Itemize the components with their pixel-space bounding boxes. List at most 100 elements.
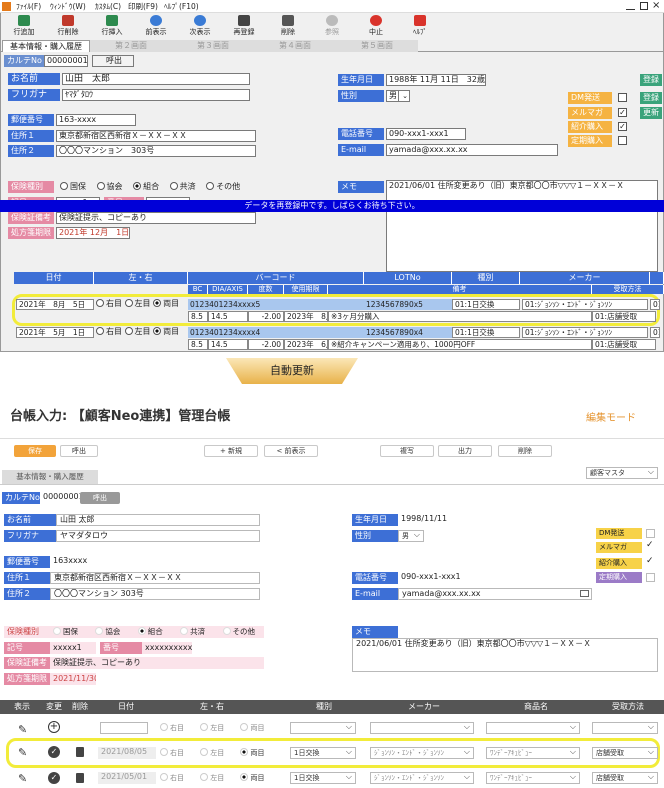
table-row-kind-new[interactable]: 1日交換: [290, 747, 356, 759]
side-update[interactable]: 更新: [640, 107, 662, 119]
table-row-maker-new[interactable]: ｼﾞｮﾝｿﾝ・ｴﾝﾄﾞ・ｼﾞｮﾝｿﾝ: [370, 747, 474, 759]
table-row-dia[interactable]: 14.5: [208, 339, 248, 350]
kana-field[interactable]: ﾔﾏﾀﾞﾀﾛｳ: [62, 89, 250, 101]
confirm-check-icon[interactable]: ✓: [48, 772, 60, 784]
flag-referral-checkbox[interactable]: ✓: [618, 122, 627, 131]
prev-button-new[interactable]: < 前表示: [264, 445, 318, 457]
help-button[interactable]: ﾍﾙﾌﾟ: [398, 14, 442, 39]
table-row-lr[interactable]: 右目 左目 両目: [96, 298, 179, 310]
close-icon[interactable]: ×: [652, 0, 660, 12]
side-register-1[interactable]: 登録: [640, 74, 662, 86]
table-row-lot[interactable]: 1234567890x5: [364, 299, 452, 310]
flag-dm-checkbox-new[interactable]: [646, 529, 655, 538]
trash-icon[interactable]: [76, 747, 84, 757]
flag-mailmag-checkbox[interactable]: ✓: [618, 108, 627, 117]
table-row-dia[interactable]: 14.5: [208, 311, 248, 322]
table-row-lr-new[interactable]: 右目 左目 両目: [160, 747, 264, 759]
tab-screen-2[interactable]: 第２画面: [90, 40, 172, 52]
hoken-field-new[interactable]: 保険証提示、コピーあり: [50, 657, 264, 669]
table-row-expiry[interactable]: 2023年 6月: [284, 339, 328, 350]
insert-row-button[interactable]: 行挿入: [90, 14, 134, 39]
call-button-karte[interactable]: 呼出: [80, 492, 120, 504]
tab-screen-5[interactable]: 第５画面: [336, 40, 418, 52]
restore-icon[interactable]: [640, 2, 648, 10]
memo-field[interactable]: 2021/06/01 住所変更あり（旧）東京都〇〇市▽▽▽１－ＸＸ－Ｘ: [386, 180, 658, 272]
new-button[interactable]: + 新規: [204, 445, 258, 457]
table-row-product-new[interactable]: ﾜﾝﾃﾞｰｱｷｭﾋﾞｭｰ: [486, 772, 580, 784]
table-row-recv-new[interactable]: 店舗受取: [592, 772, 658, 784]
table-row-kind[interactable]: 01:1日交換: [452, 299, 520, 310]
table-row-recv[interactable]: 01:店舗受取: [592, 311, 656, 322]
limit-field[interactable]: 2021年 12月 1日: [56, 227, 130, 239]
tel-field[interactable]: 090-xxx1-xxx1: [386, 128, 466, 140]
call-button[interactable]: 呼出: [92, 55, 134, 67]
menu-help[interactable]: ﾍﾙﾌﾟ(F10): [164, 0, 199, 13]
table-row-barcode[interactable]: 0123401234xxxx4: [188, 327, 364, 338]
table-row-date[interactable]: 2021年 8月 5日: [16, 299, 94, 310]
mail-field-new[interactable]: yamada@xxx.xx.xx: [398, 588, 592, 600]
table-row-maker[interactable]: 01:ｼﾞｮﾝｿﾝ・ｴﾝﾄﾞ・ｼﾞｮﾝｿﾝ: [522, 327, 648, 338]
zip-field-new[interactable]: 163xxxx: [50, 556, 110, 568]
name-field-new[interactable]: 山田 太郎: [56, 514, 260, 526]
table-row-barcode[interactable]: 0123401234xxxx5: [188, 299, 364, 310]
kigo-field-new[interactable]: xxxxx1: [50, 642, 96, 654]
menu-custom[interactable]: ｶｽﾀﾑ(C): [95, 0, 121, 13]
flag-subscription-checkbox-new[interactable]: [646, 573, 655, 582]
flag-subscription-checkbox[interactable]: [618, 136, 627, 145]
tel-field-new[interactable]: 090-xxx1-xxx1: [398, 572, 478, 584]
table-row-lr-new[interactable]: 右目 左目 両目: [160, 772, 264, 784]
copy-button[interactable]: 複写: [380, 445, 434, 457]
mail-field[interactable]: yamada@xxx.xx.xx: [386, 144, 558, 156]
cancel-button[interactable]: 中止: [354, 14, 398, 39]
addr2-field[interactable]: 〇〇〇マンション 303号: [56, 145, 256, 157]
karte-field[interactable]: 00000001: [44, 55, 88, 67]
tab-basic-info[interactable]: 基本情報・購入履歴: [2, 40, 90, 52]
table-row-recv-new[interactable]: 店舗受取: [592, 747, 658, 759]
table-row-expiry[interactable]: 2023年 8月: [284, 311, 328, 322]
prev-button[interactable]: 前表示: [134, 14, 178, 39]
table-row-power[interactable]: -2.00: [248, 311, 284, 322]
table-row-date[interactable]: 2021年 5月 1日: [16, 327, 94, 338]
save-button[interactable]: 保存: [14, 445, 56, 457]
delete-button[interactable]: 削除: [266, 14, 310, 39]
memo-field-new[interactable]: 2021/06/01 住所変更あり（旧）東京都〇〇市▽▽▽１－ＸＸ－Ｘ: [352, 638, 658, 672]
delete-button-new[interactable]: 削除: [498, 445, 552, 457]
table-row-date-new[interactable]: 2021/05/01: [98, 772, 156, 784]
tab-screen-4[interactable]: 第４画面: [254, 40, 336, 52]
birth-field-new[interactable]: 1998/11/11: [398, 514, 454, 526]
trash-icon[interactable]: [76, 773, 84, 783]
call-button-new[interactable]: 呼出: [60, 445, 98, 457]
reference-button[interactable]: 参照: [310, 14, 354, 39]
table-row-bc[interactable]: 8.5: [188, 311, 208, 322]
table-row-power[interactable]: -2.00: [248, 339, 284, 350]
kana-field-new[interactable]: ヤマダタロウ: [56, 530, 260, 542]
new-maker-select[interactable]: [370, 722, 474, 734]
flag-referral-check-icon[interactable]: ✓: [646, 556, 654, 566]
master-select[interactable]: 顧客マスタ: [586, 467, 658, 479]
edit-pencil-icon[interactable]: ✎: [18, 723, 27, 736]
addr2-field-new[interactable]: 〇〇〇マンション 303号: [50, 588, 260, 600]
table-row-lot[interactable]: 1234567890x4: [364, 327, 452, 338]
next-button[interactable]: 次表示: [178, 14, 222, 39]
table-row-extra[interactable]: 01: [650, 299, 660, 310]
menu-file[interactable]: ﾌｧｲﾙ(F): [16, 0, 41, 13]
output-button[interactable]: 出力: [438, 445, 492, 457]
table-row-maker[interactable]: 01:ｼﾞｮﾝｿﾝ・ｴﾝﾄﾞ・ｼﾞｮﾝｿﾝ: [522, 299, 648, 310]
add-row-button[interactable]: 行追加: [2, 14, 46, 39]
sex-dropdown-icon[interactable]: ⌄: [398, 90, 410, 102]
reregister-button[interactable]: 再登録: [222, 14, 266, 39]
bango-field-new[interactable]: xxxxxxxxxx1: [142, 642, 192, 654]
table-row-lr[interactable]: 右目 左目 両目: [96, 326, 179, 338]
sex-select-new[interactable]: 男: [398, 530, 424, 542]
limit-field-new[interactable]: 2021/11/30: [50, 673, 96, 685]
flag-mailmag-check-icon[interactable]: ✓: [646, 540, 654, 550]
menu-print[interactable]: 印刷(F9): [128, 0, 158, 13]
new-recv-select[interactable]: [592, 722, 658, 734]
delete-row-button[interactable]: 行削除: [46, 14, 90, 39]
menu-window[interactable]: ｳｨﾝﾄﾞｳ(W): [50, 0, 86, 13]
insurance-options[interactable]: 国保 協会 組合 共済 その他: [60, 181, 240, 193]
table-row-recv[interactable]: 01:店舗受取: [592, 339, 656, 350]
table-row-kind[interactable]: 01:1日交換: [452, 327, 520, 338]
table-row-bc[interactable]: 8.5: [188, 339, 208, 350]
new-kind-select[interactable]: [290, 722, 356, 734]
